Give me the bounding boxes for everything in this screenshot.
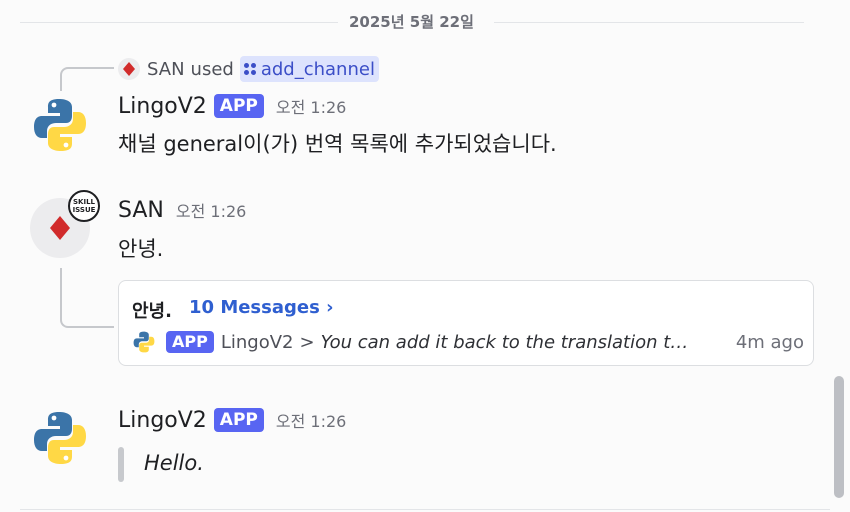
app-badge: APP bbox=[213, 94, 264, 118]
thread-author[interactable]: LingoV2 bbox=[221, 332, 294, 353]
decoration-text-line2: ISSUE bbox=[72, 206, 96, 214]
thread-title: 안녕. bbox=[132, 301, 172, 322]
command-usage-row: SAN used add_channel bbox=[118, 56, 379, 82]
date-divider-line-left bbox=[20, 22, 338, 23]
blockquote-bar bbox=[118, 447, 124, 482]
timestamp[interactable]: 오전 1:26 bbox=[176, 198, 246, 222]
timestamp[interactable]: 오전 1:26 bbox=[276, 408, 346, 432]
python-logo-icon bbox=[34, 99, 86, 151]
thread-last-message: APP LingoV2 > You can add it back to the… bbox=[132, 329, 804, 355]
thread-connector-line bbox=[60, 268, 114, 328]
blockquote-text: Hello. bbox=[144, 451, 204, 475]
command-connector-line bbox=[60, 67, 114, 91]
message-text: 채널 general이(가) 번역 목록에 추가되었습니다. bbox=[118, 132, 557, 156]
thread-last-activity: 4m ago bbox=[735, 331, 804, 353]
thread-card[interactable]: 안녕. 10 Messages › APP LingoV2 > You can … bbox=[118, 280, 814, 366]
username[interactable]: LingoV2 bbox=[118, 408, 207, 433]
scrollbar-thumb[interactable] bbox=[834, 376, 844, 498]
message-header: LingoV2 APP 오전 1:26 bbox=[118, 408, 346, 434]
message-header: LingoV2 APP 오전 1:26 bbox=[118, 94, 346, 120]
san-mini-avatar[interactable] bbox=[118, 58, 140, 80]
date-divider-label: 2025년 5월 22일 bbox=[349, 13, 474, 31]
app-badge: APP bbox=[166, 331, 214, 353]
message-text: 안녕. bbox=[118, 237, 164, 261]
message-header: SAN 오전 1:26 bbox=[118, 198, 246, 223]
app-badge: APP bbox=[213, 408, 264, 432]
lingov2-avatar[interactable] bbox=[30, 408, 90, 468]
command-user-name[interactable]: SAN bbox=[147, 59, 185, 80]
lingov2-avatar[interactable] bbox=[30, 95, 90, 155]
username[interactable]: LingoV2 bbox=[118, 94, 207, 119]
red-diamond-icon bbox=[123, 62, 135, 76]
python-logo-icon bbox=[133, 331, 155, 353]
red-diamond-icon bbox=[50, 216, 70, 240]
command-name: add_channel bbox=[260, 58, 375, 80]
command-used-text: used bbox=[190, 58, 234, 80]
thread-separator: > bbox=[299, 331, 315, 353]
username[interactable]: SAN bbox=[118, 198, 164, 223]
command-pill[interactable]: add_channel bbox=[239, 56, 379, 82]
python-logo-icon bbox=[34, 412, 86, 464]
skill-issue-avatar-decoration: SKILL ISSUE bbox=[68, 190, 100, 222]
thread-preview-text: You can add it back to the translation t… bbox=[320, 331, 689, 353]
decoration-text-line1: SKILL bbox=[73, 198, 95, 206]
date-divider-line-right bbox=[494, 22, 804, 23]
bottom-divider bbox=[20, 509, 830, 510]
thread-messages-link[interactable]: 10 Messages › bbox=[189, 297, 334, 318]
app-command-icon bbox=[243, 63, 256, 75]
timestamp[interactable]: 오전 1:26 bbox=[276, 94, 346, 118]
